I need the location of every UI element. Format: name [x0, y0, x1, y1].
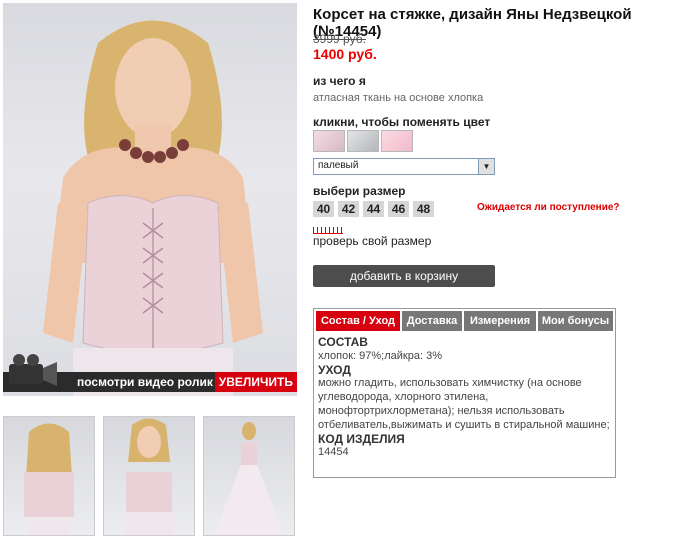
color-select[interactable]: палевый ▼: [313, 158, 495, 175]
color-select-value: палевый: [318, 160, 359, 171]
material-value: атласная ткань на основе хлопка: [313, 92, 484, 104]
material-label: из чего я: [313, 74, 366, 88]
watch-video-link[interactable]: посмотри видео ролик: [77, 375, 213, 389]
size-option-44[interactable]: 44: [363, 201, 384, 217]
size-option-48[interactable]: 48: [413, 201, 434, 217]
code-text: 14454: [318, 446, 349, 459]
new-price: 1400 руб.: [313, 46, 377, 62]
chevron-down-icon[interactable]: ▼: [478, 159, 494, 174]
thumbnail-front-view[interactable]: [103, 416, 195, 536]
enlarge-button[interactable]: УВЕЛИЧИТЬ: [214, 372, 297, 392]
size-option-46[interactable]: 46: [388, 201, 409, 217]
availability-link[interactable]: Ожидается ли поступление?: [477, 202, 620, 213]
composition-heading: СОСТАВ: [318, 335, 368, 349]
color-swatch-grey[interactable]: [347, 130, 379, 152]
tab-bonuses[interactable]: Мои бонусы: [538, 311, 613, 331]
thumbnail-image: [214, 422, 284, 535]
code-heading: КОД ИЗДЕЛИЯ: [318, 431, 405, 446]
old-price: 3999 руб.: [313, 32, 366, 46]
video-camera-icon: [9, 354, 57, 386]
check-size-link[interactable]: проверь свой размер: [313, 234, 431, 248]
thumbnail-full-view[interactable]: [203, 416, 295, 536]
color-swatch-pink[interactable]: [381, 130, 413, 152]
thumbnail-image: [24, 423, 74, 535]
care-heading: УХОД: [318, 362, 351, 377]
tab-measurements[interactable]: Измерения: [464, 311, 536, 331]
add-to-cart-button[interactable]: добавить в корзину: [313, 265, 495, 287]
tab-content: СОСТАВ хлопок: 97%;лайкра: 3% УХОД можно…: [318, 335, 610, 460]
thumbnail-image: [124, 418, 174, 535]
size-option-40[interactable]: 40: [313, 201, 334, 217]
product-info-tabs: Состав / Уход Доставка Измерения Мои бон…: [313, 308, 616, 478]
care-text: можно гладить, использовать химчистку (н…: [318, 377, 610, 431]
tab-composition-care[interactable]: Состав / Уход: [316, 311, 400, 331]
size-label: выбери размер: [313, 184, 406, 198]
composition-text: хлопок: 97%;лайкра: 3%: [318, 349, 442, 362]
color-swatch-pale[interactable]: [313, 130, 345, 152]
size-option-42[interactable]: 42: [338, 201, 359, 217]
model-illustration: [43, 20, 263, 396]
video-bar[interactable]: посмотри видео ролик УВЕЛИЧИТЬ: [3, 354, 297, 392]
main-product-photo[interactable]: посмотри видео ролик УВЕЛИЧИТЬ: [3, 3, 297, 396]
tab-delivery[interactable]: Доставка: [402, 311, 462, 331]
color-label: кликни, чтобы поменять цвет: [313, 115, 491, 129]
ruler-icon: [313, 227, 343, 234]
thumbnail-back-view[interactable]: [3, 416, 95, 536]
product-title: Корсет на стяжке, дизайн Яны Недзвецкой …: [313, 6, 632, 40]
